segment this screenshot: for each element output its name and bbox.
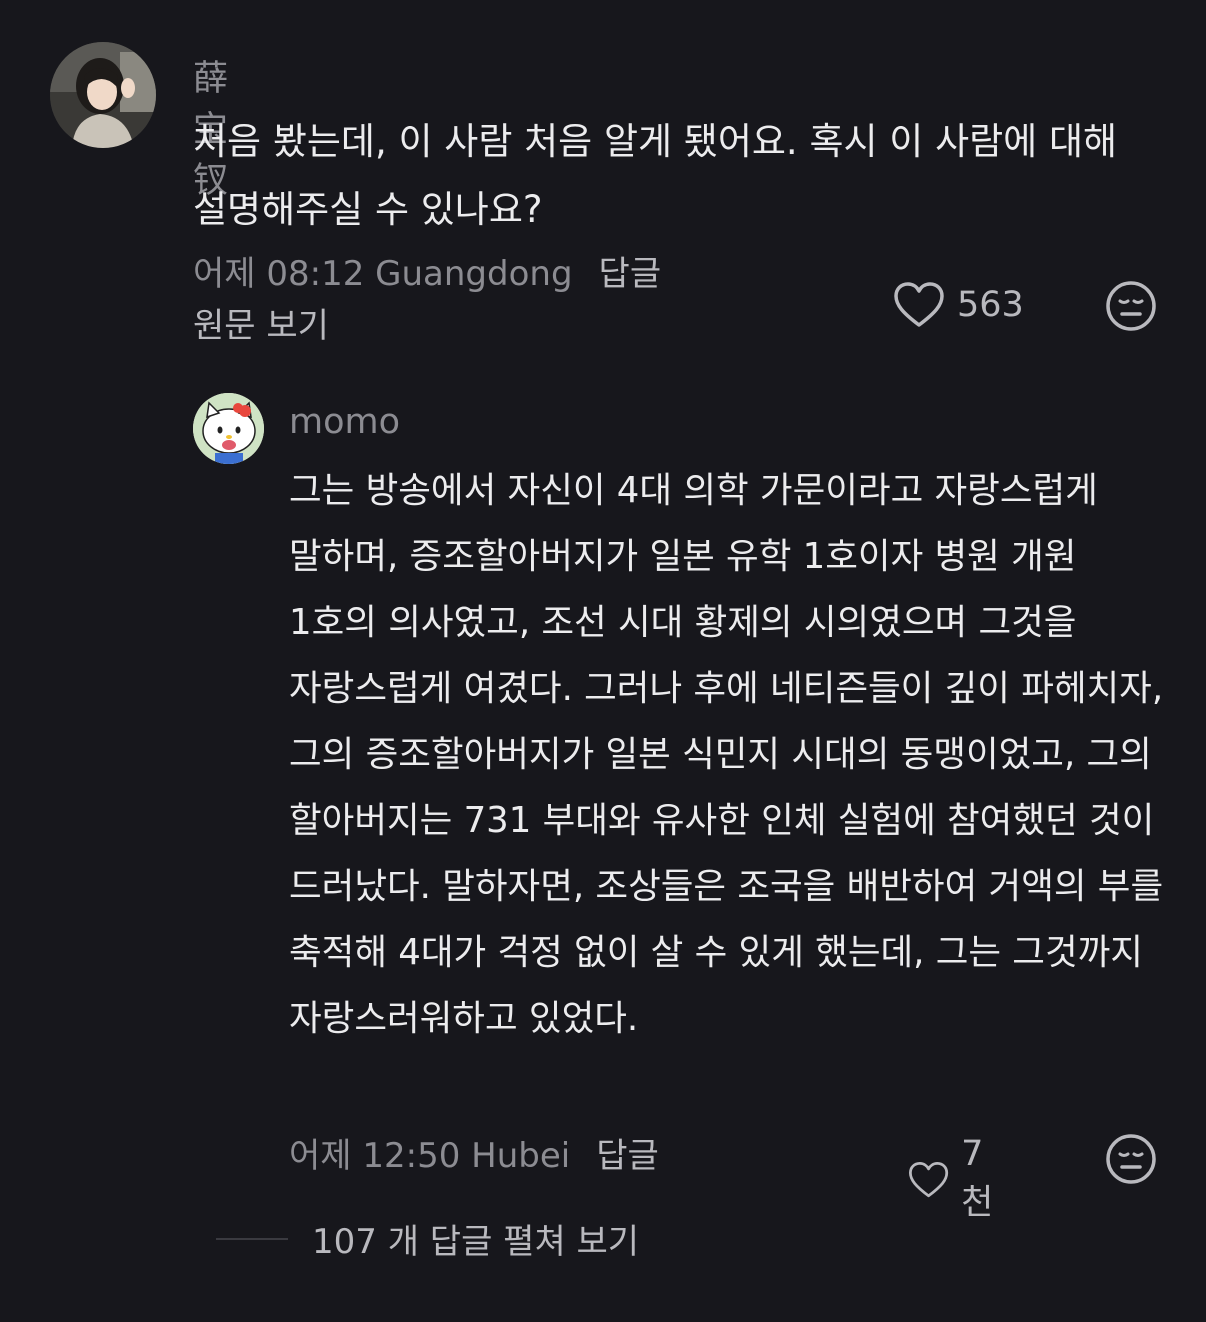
user-avatar[interactable]	[50, 42, 156, 148]
comment-username[interactable]: momo	[289, 402, 400, 442]
comment-meta: 어제 12:50 Hubei 답글	[289, 1134, 659, 1178]
divider-line	[216, 1237, 288, 1240]
like-count: 7천	[961, 1134, 994, 1223]
comment-text: 처음 봤는데, 이 사람 처음 알게 됐어요. 혹시 이 사람에 대해 설명해주…	[193, 120, 1118, 231]
expand-replies-button[interactable]: 107 개 답글 펼쳐 보기	[216, 1214, 639, 1263]
reply-button[interactable]: 답글	[596, 1136, 659, 1176]
hello-kitty-avatar-icon	[193, 393, 264, 464]
comment-timestamp: 어제 12:50 Hubei	[289, 1136, 571, 1176]
comment-timestamp: 어제 08:12 Guangdong	[193, 254, 573, 294]
like-button[interactable]: 7천	[908, 1134, 1004, 1225]
profile-photo-icon	[50, 42, 156, 148]
like-count: 563	[957, 285, 1024, 325]
like-button[interactable]: 563	[893, 281, 1024, 329]
meh-face-icon	[1106, 281, 1156, 331]
dislike-button[interactable]	[1105, 280, 1157, 336]
view-original-button[interactable]: 원문 보기	[193, 304, 329, 348]
user-avatar[interactable]	[193, 393, 264, 464]
expand-replies-label: 107 개 답글 펼쳐 보기	[312, 1222, 640, 1262]
meh-face-icon	[1106, 1134, 1156, 1184]
comment-meta: 어제 08:12 Guangdong 답글	[193, 252, 661, 296]
reply-button[interactable]: 답글	[599, 254, 662, 294]
heart-outline-icon	[908, 1161, 949, 1197]
dislike-button[interactable]	[1105, 1133, 1157, 1189]
comment-text: 그는 방송에서 자신이 4대 의학 가문이라고 자랑스럽게 말하며, 증조할아버…	[289, 470, 1164, 1039]
heart-outline-icon	[894, 282, 944, 327]
